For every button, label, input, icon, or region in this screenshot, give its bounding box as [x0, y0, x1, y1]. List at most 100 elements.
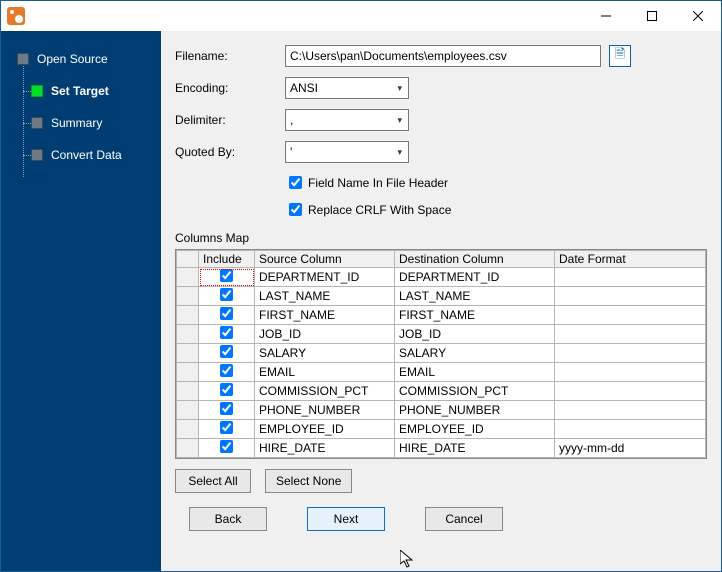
encoding-select[interactable]: ANSI ▾: [285, 77, 409, 99]
minimize-button[interactable]: [583, 1, 629, 31]
destination-cell[interactable]: LAST_NAME: [395, 287, 555, 306]
destination-cell[interactable]: PHONE_NUMBER: [395, 401, 555, 420]
row-header-cell[interactable]: [177, 382, 199, 401]
source-cell[interactable]: COMMISSION_PCT: [255, 382, 395, 401]
browse-file-button[interactable]: 🗎: [609, 45, 631, 67]
row-header-cell[interactable]: [177, 287, 199, 306]
date-format-cell[interactable]: [555, 268, 706, 287]
table-row[interactable]: SALARYSALARY: [177, 344, 706, 363]
source-cell[interactable]: FIRST_NAME: [255, 306, 395, 325]
table-row[interactable]: LAST_NAMELAST_NAME: [177, 287, 706, 306]
source-cell[interactable]: SALARY: [255, 344, 395, 363]
source-column-header[interactable]: Source Column: [255, 251, 395, 268]
cancel-button[interactable]: Cancel: [425, 507, 503, 531]
row-header-cell[interactable]: [177, 363, 199, 382]
row-header-cell[interactable]: [177, 458, 199, 460]
date-format-cell[interactable]: [555, 458, 706, 460]
next-button[interactable]: Next: [307, 507, 385, 531]
include-checkbox[interactable]: [220, 421, 233, 434]
row-header-cell[interactable]: [177, 439, 199, 458]
table-row[interactable]: DEPARTMENT_IDDEPARTMENT_ID: [177, 268, 706, 287]
table-row[interactable]: FIRST_NAMEFIRST_NAME: [177, 306, 706, 325]
destination-cell[interactable]: HIRE_DATE: [395, 439, 555, 458]
close-button[interactable]: [675, 1, 721, 31]
date-format-cell[interactable]: [555, 420, 706, 439]
step-convert-data[interactable]: Convert Data: [1, 139, 161, 171]
source-cell[interactable]: DEPARTMENT_ID: [255, 268, 395, 287]
include-cell[interactable]: [199, 344, 255, 363]
row-header-cell[interactable]: [177, 344, 199, 363]
include-cell[interactable]: [199, 268, 255, 287]
source-cell[interactable]: MANAGER_ID: [255, 458, 395, 460]
destination-cell[interactable]: DEPARTMENT_ID: [395, 268, 555, 287]
include-cell[interactable]: [199, 287, 255, 306]
source-cell[interactable]: EMAIL: [255, 363, 395, 382]
include-cell[interactable]: [199, 306, 255, 325]
source-cell[interactable]: EMPLOYEE_ID: [255, 420, 395, 439]
filename-input[interactable]: [285, 45, 601, 67]
include-cell[interactable]: [199, 382, 255, 401]
step-set-target[interactable]: Set Target: [1, 75, 161, 107]
date-format-cell[interactable]: [555, 401, 706, 420]
include-cell[interactable]: [199, 325, 255, 344]
replace-crlf-checkbox[interactable]: [289, 203, 302, 216]
source-cell[interactable]: HIRE_DATE: [255, 439, 395, 458]
row-header-cell[interactable]: [177, 420, 199, 439]
source-cell[interactable]: PHONE_NUMBER: [255, 401, 395, 420]
back-button[interactable]: Back: [189, 507, 267, 531]
select-none-button[interactable]: Select None: [265, 469, 352, 493]
table-row[interactable]: COMMISSION_PCTCOMMISSION_PCT: [177, 382, 706, 401]
main-panel: Filename: 🗎 Encoding: ANSI ▾ Delimiter: …: [161, 31, 721, 571]
source-cell[interactable]: LAST_NAME: [255, 287, 395, 306]
quoted-by-select[interactable]: ' ▾: [285, 141, 409, 163]
destination-cell[interactable]: MANAGER_ID: [395, 458, 555, 460]
select-all-button[interactable]: Select All: [175, 469, 251, 493]
destination-cell[interactable]: JOB_ID: [395, 325, 555, 344]
destination-column-header[interactable]: Destination Column: [395, 251, 555, 268]
step-open-source[interactable]: Open Source: [1, 43, 161, 75]
include-cell[interactable]: [199, 363, 255, 382]
include-cell[interactable]: [199, 401, 255, 420]
table-row[interactable]: MANAGER_IDMANAGER_ID: [177, 458, 706, 460]
delimiter-select[interactable]: , ▾: [285, 109, 409, 131]
include-cell[interactable]: [199, 439, 255, 458]
include-column-header[interactable]: Include: [199, 251, 255, 268]
include-checkbox[interactable]: [220, 307, 233, 320]
table-row[interactable]: EMAILEMAIL: [177, 363, 706, 382]
date-format-cell[interactable]: [555, 306, 706, 325]
table-row[interactable]: JOB_IDJOB_ID: [177, 325, 706, 344]
include-checkbox[interactable]: [220, 402, 233, 415]
date-format-column-header[interactable]: Date Format: [555, 251, 706, 268]
include-checkbox[interactable]: [220, 440, 233, 453]
include-checkbox[interactable]: [220, 345, 233, 358]
include-checkbox[interactable]: [220, 269, 233, 282]
date-format-cell[interactable]: yyyy-mm-dd: [555, 439, 706, 458]
table-row[interactable]: HIRE_DATEHIRE_DATEyyyy-mm-dd: [177, 439, 706, 458]
date-format-cell[interactable]: [555, 287, 706, 306]
date-format-cell[interactable]: [555, 363, 706, 382]
maximize-button[interactable]: [629, 1, 675, 31]
source-cell[interactable]: JOB_ID: [255, 325, 395, 344]
row-header-cell[interactable]: [177, 306, 199, 325]
destination-cell[interactable]: COMMISSION_PCT: [395, 382, 555, 401]
include-checkbox[interactable]: [220, 383, 233, 396]
destination-cell[interactable]: EMPLOYEE_ID: [395, 420, 555, 439]
table-row[interactable]: PHONE_NUMBERPHONE_NUMBER: [177, 401, 706, 420]
include-checkbox[interactable]: [220, 288, 233, 301]
include-checkbox[interactable]: [220, 364, 233, 377]
table-row[interactable]: EMPLOYEE_IDEMPLOYEE_ID: [177, 420, 706, 439]
destination-cell[interactable]: EMAIL: [395, 363, 555, 382]
destination-cell[interactable]: FIRST_NAME: [395, 306, 555, 325]
include-cell[interactable]: [199, 420, 255, 439]
include-checkbox[interactable]: [220, 326, 233, 339]
date-format-cell[interactable]: [555, 382, 706, 401]
row-header-cell[interactable]: [177, 401, 199, 420]
step-summary[interactable]: Summary: [1, 107, 161, 139]
field-name-header-checkbox[interactable]: [289, 176, 302, 189]
row-header-cell[interactable]: [177, 268, 199, 287]
date-format-cell[interactable]: [555, 325, 706, 344]
destination-cell[interactable]: SALARY: [395, 344, 555, 363]
date-format-cell[interactable]: [555, 344, 706, 363]
row-header-cell[interactable]: [177, 325, 199, 344]
include-cell[interactable]: [199, 458, 255, 460]
